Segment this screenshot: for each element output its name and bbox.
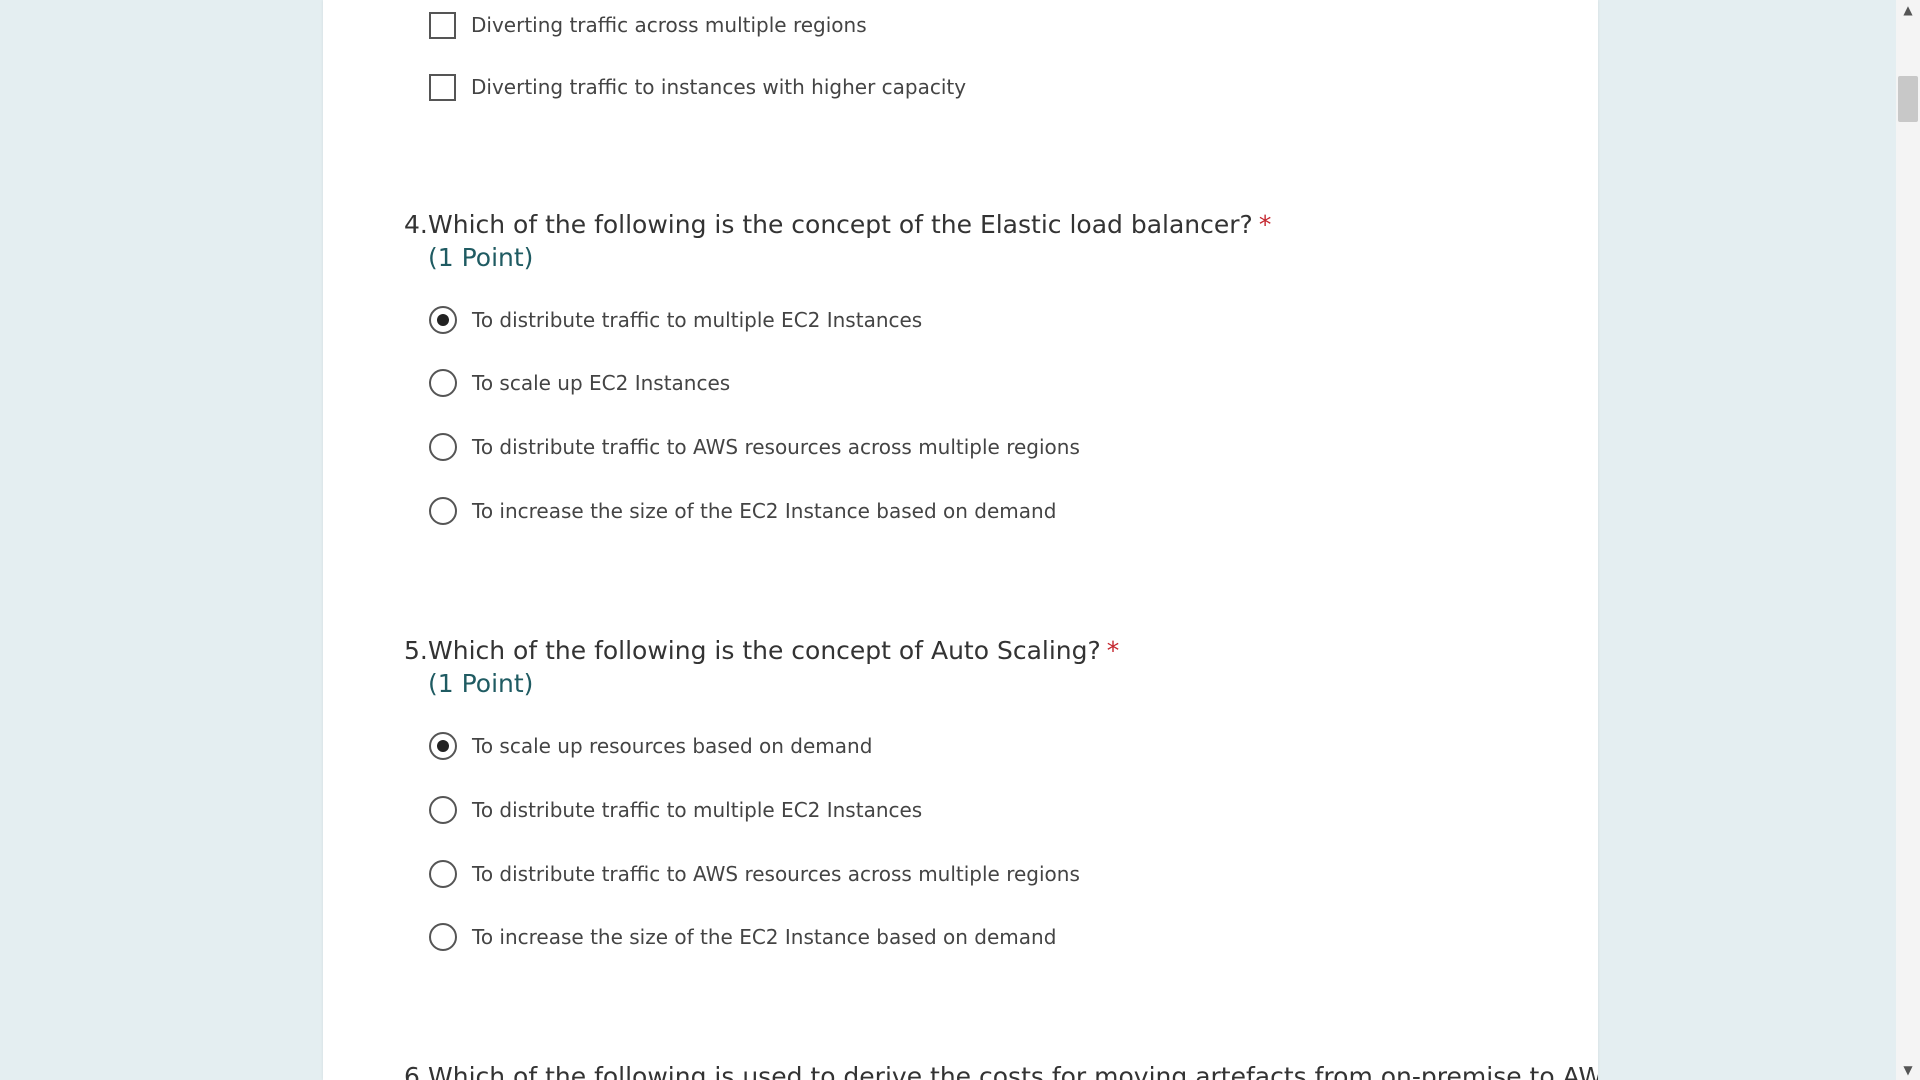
q5-option-1[interactable]: To scale up resources based on demand (429, 731, 872, 761)
q4-option-1[interactable]: To distribute traffic to multiple EC2 In… (429, 305, 922, 335)
radio-button[interactable] (429, 497, 457, 525)
scrollbar-thumb[interactable] (1898, 76, 1918, 122)
q5-option-4[interactable]: To increase the size of the EC2 Instance… (429, 922, 1056, 952)
option-label: To scale up resources based on demand (472, 734, 873, 758)
chevron-up-icon[interactable]: ▲ (1896, 0, 1920, 20)
q4-option-4[interactable]: To increase the size of the EC2 Instance… (429, 496, 1056, 526)
vertical-scrollbar[interactable]: ▲ ▼ (1896, 0, 1920, 1080)
option-label: To distribute traffic to multiple EC2 In… (472, 798, 923, 822)
question-text: Which of the following is used to derive… (428, 1062, 1598, 1080)
question-4-title: 4.Which of the following is the concept … (404, 210, 1271, 239)
radio-button[interactable] (429, 306, 457, 334)
option-label: To distribute traffic to AWS resources a… (472, 435, 1080, 459)
radio-button[interactable] (429, 732, 457, 760)
radio-button[interactable] (429, 923, 457, 951)
question-number: 4. (404, 210, 428, 239)
question-4-points: (1 Point) (428, 243, 534, 272)
question-number: 6. (404, 1062, 428, 1080)
question-5-title: 5.Which of the following is the concept … (404, 636, 1119, 665)
option-label: To scale up EC2 Instances (472, 371, 731, 395)
q3-option-2[interactable]: Diverting traffic to instances with high… (429, 72, 966, 102)
option-label: Diverting traffic across multiple region… (471, 13, 867, 37)
q5-option-2[interactable]: To distribute traffic to multiple EC2 In… (429, 795, 922, 825)
option-label: To increase the size of the EC2 Instance… (472, 925, 1057, 949)
question-text: Which of the following is the concept of… (428, 636, 1101, 665)
option-label: To distribute traffic to multiple EC2 In… (472, 308, 923, 332)
checkbox[interactable] (429, 11, 456, 39)
q4-option-2[interactable]: To scale up EC2 Instances (429, 368, 730, 398)
q3-option-1[interactable]: Diverting traffic across multiple region… (429, 10, 867, 40)
required-marker: * (1258, 210, 1272, 239)
option-label: To distribute traffic to AWS resources a… (472, 862, 1080, 886)
checkbox[interactable] (429, 73, 456, 101)
question-6-title: 6.Which of the following is used to deri… (404, 1062, 1598, 1080)
q5-option-3[interactable]: To distribute traffic to AWS resources a… (429, 859, 1080, 889)
option-label: Diverting traffic to instances with high… (471, 75, 967, 99)
question-5-points: (1 Point) (428, 669, 534, 698)
radio-button[interactable] (429, 796, 457, 824)
chevron-down-icon[interactable]: ▼ (1896, 1060, 1920, 1080)
question-number: 5. (404, 636, 428, 665)
radio-button[interactable] (429, 433, 457, 461)
q4-option-3[interactable]: To distribute traffic to AWS resources a… (429, 432, 1080, 462)
radio-button[interactable] (429, 369, 457, 397)
question-text: Which of the following is the concept of… (428, 210, 1253, 239)
radio-button[interactable] (429, 860, 457, 888)
required-marker: * (1106, 636, 1120, 665)
option-label: To increase the size of the EC2 Instance… (472, 499, 1057, 523)
form-page: Diverting traffic across multiple region… (323, 0, 1598, 1080)
